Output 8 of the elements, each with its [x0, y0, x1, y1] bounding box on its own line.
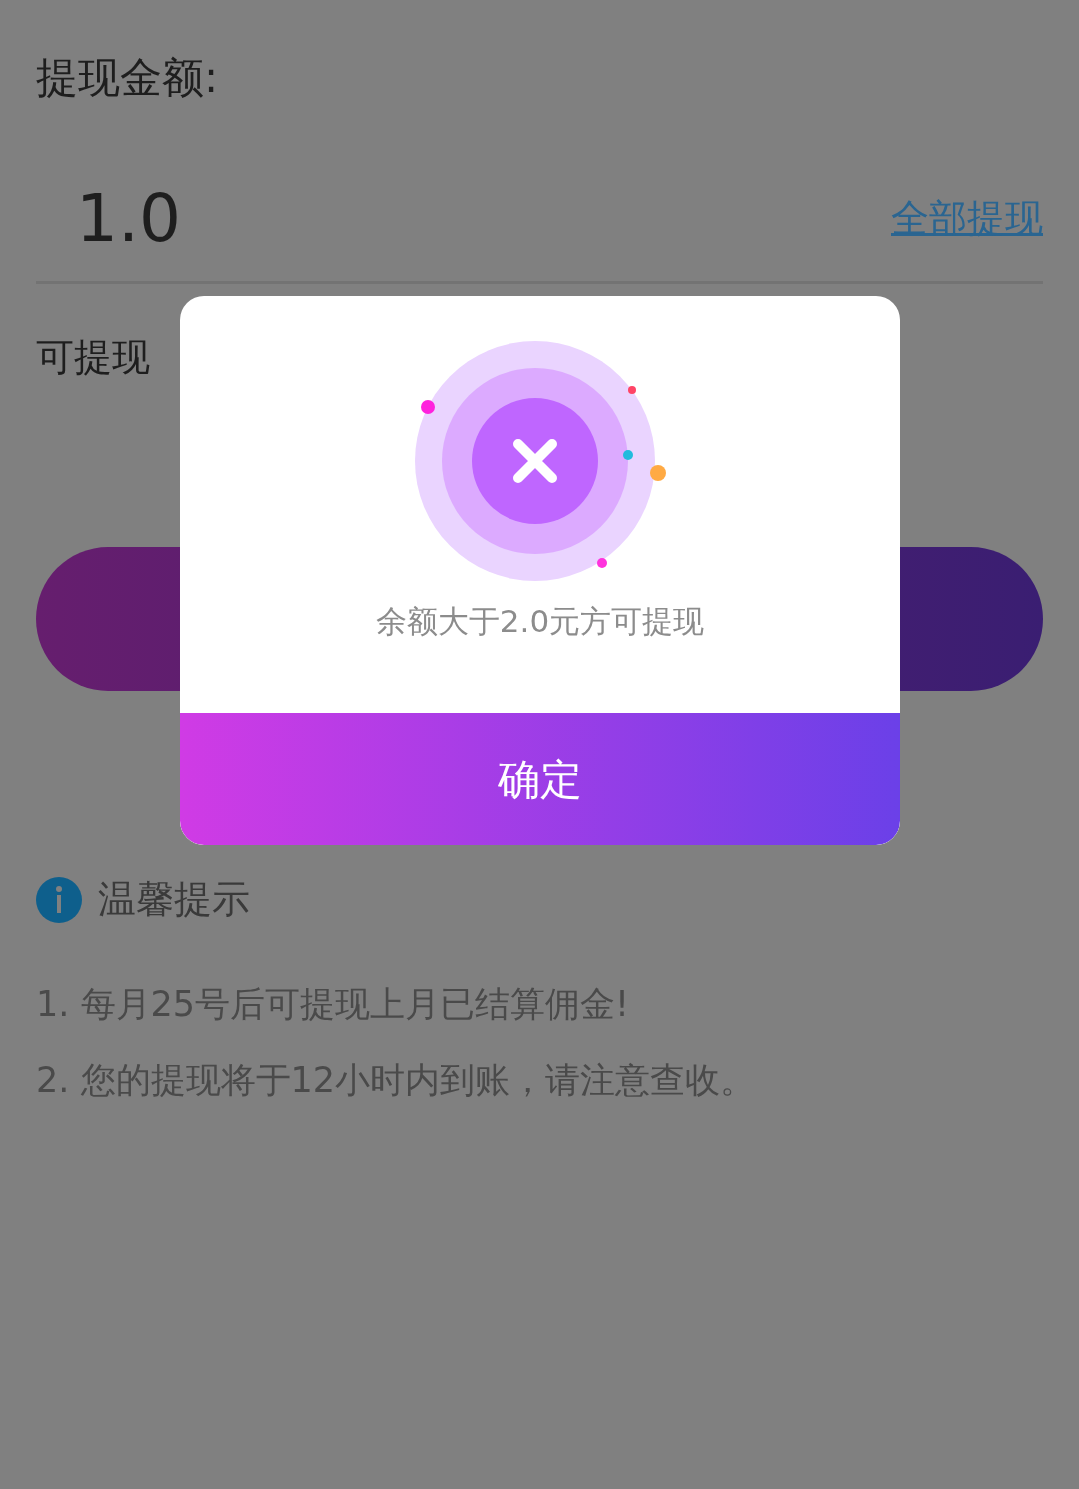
tips-title: 温馨提示	[98, 876, 250, 923]
error-badge-icon	[413, 340, 667, 584]
confirm-button[interactable]: 确定	[180, 713, 900, 845]
amount-label: 提现金额:	[36, 52, 220, 104]
amount-value: 1.0	[75, 179, 181, 259]
dialog-message: 余额大于2.0元方可提现	[374, 602, 706, 641]
available-label: 可提现	[36, 334, 150, 381]
info-icon	[36, 876, 82, 923]
